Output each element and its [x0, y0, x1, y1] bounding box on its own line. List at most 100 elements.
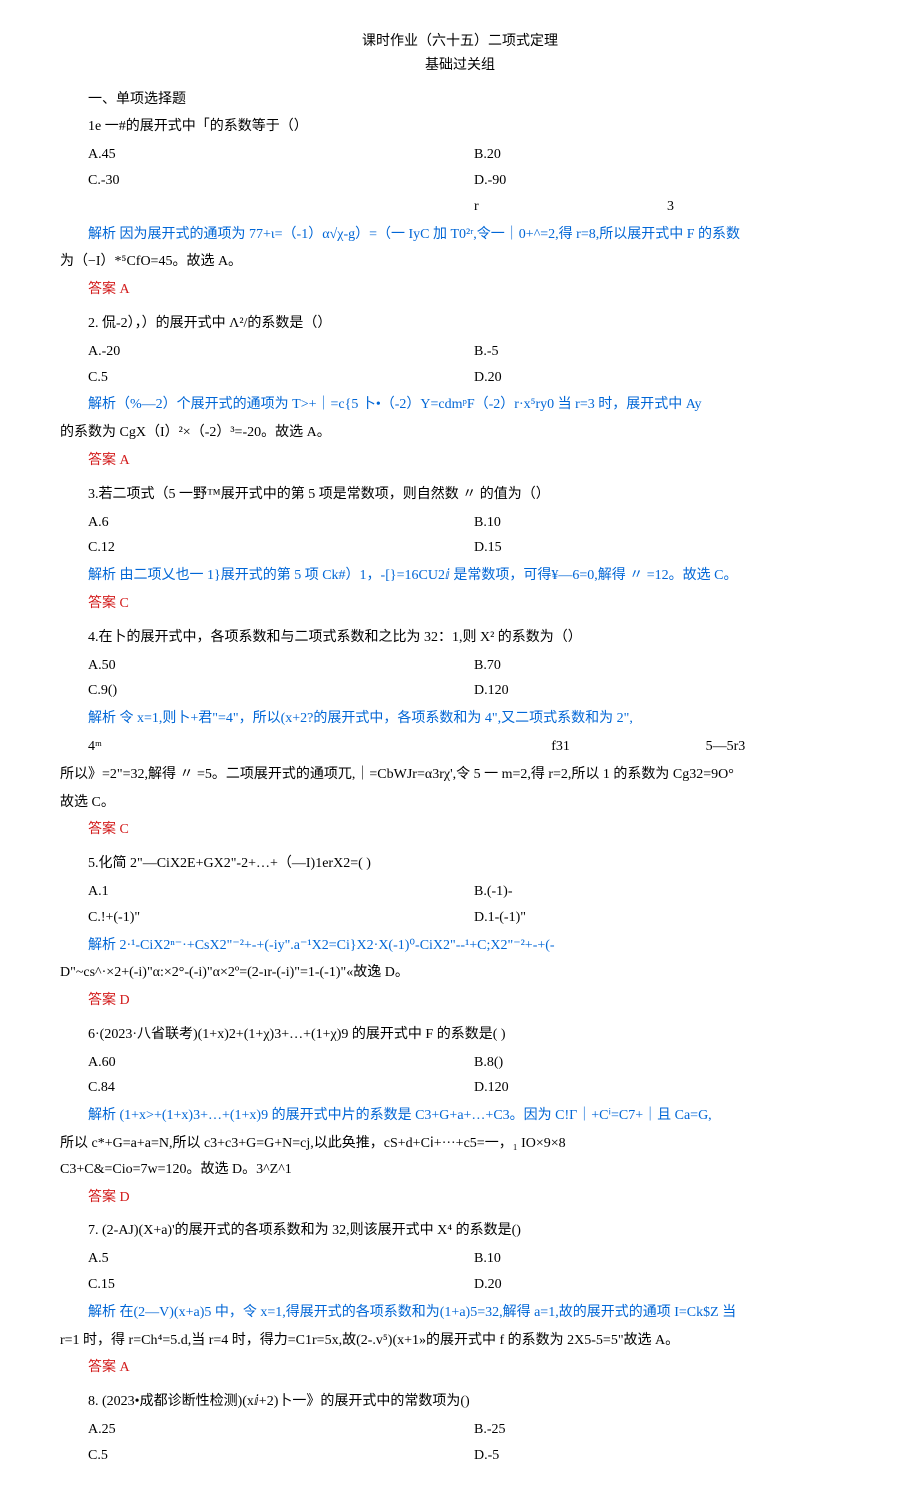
q5-analysis-cont: D"~cs^·×2+(-i)"α:×2°-(-i)"α×2º=(2-ır-(-i… — [60, 961, 860, 985]
section-heading: 一、单项选择题 — [60, 88, 860, 112]
analysis-label: 解析 由二项乂也一 1}展开式的第 5 项 Ck#）1，-[}=16CU2ⅈ 是… — [88, 568, 738, 583]
answer-label: 答案 A — [88, 282, 130, 297]
q5-stem: 5.化简 2"—CiX2E+GX2"-2+…+（—I)1erX2=( ) — [60, 852, 860, 876]
q7-option-b: B.10 — [474, 1247, 860, 1271]
q2-analysis: 解析（%—2）个展开式的通项为 T>+｜=c{5 卜•（-2）Y=cdmᵖF（-… — [60, 393, 860, 417]
answer-label: 答案 A — [88, 453, 130, 468]
q6-analysis-cont-b: C3+C&=Cio=7w=120。故选 D。3^Z^1 — [60, 1158, 860, 1182]
q5-options-row2: C.!+(-1)" D.1-(-1)" — [88, 906, 860, 930]
q4-analysis-cont2: 故选 C。 — [60, 791, 860, 815]
q7-options: A.5 B.10 — [88, 1247, 860, 1271]
q8-option-b: B.-25 — [474, 1418, 860, 1442]
q5-option-d: D.1-(-1)" — [474, 906, 860, 930]
q3-option-c: C.12 — [88, 536, 474, 560]
page-title: 课时作业（六十五）二项式定理 — [60, 30, 860, 54]
q4-inline-b: f31 — [551, 735, 705, 759]
q3-analysis: 解析 由二项乂也一 1}展开式的第 5 项 Ck#）1，-[}=16CU2ⅈ 是… — [60, 564, 860, 588]
q2-option-b: B.-5 — [474, 340, 860, 364]
analysis-label: 解析 令 x=1,则卜+君"=4"，所以(x+2?的展开式中，各项系数和为 4"… — [88, 711, 633, 726]
q4-interline: 4ᵐ f31 5—5r3 — [88, 735, 860, 759]
q1-options: A.45 B.20 — [88, 143, 860, 167]
q5-option-a: A.1 — [88, 880, 474, 904]
q4-option-b: B.70 — [474, 654, 860, 678]
q6-stem: 6·(2023·八省联考)(1+x)2+(1+χ)3+…+(1+χ)9 的展开式… — [60, 1023, 860, 1047]
q6-option-b: B.8() — [474, 1051, 860, 1075]
q7-analysis-cont: r=1 时，得 r=Ch⁴=5.d,当 r=4 时，得力=C1r=5x,故(2-… — [60, 1329, 860, 1353]
answer-label: 答案 C — [88, 822, 129, 837]
q3-option-b: B.10 — [474, 511, 860, 535]
q3-options: A.6 B.10 — [88, 511, 860, 535]
q1-options-row2: C.-30 D.-90 — [88, 169, 860, 193]
q5-option-b: B.(-1)- — [474, 880, 860, 904]
q6-options-row2: C.84 D.120 — [88, 1076, 860, 1100]
q2-stem: 2. 侃-2），）的展开式中 Λ²/的系数是（） — [60, 312, 860, 336]
q3-option-a: A.6 — [88, 511, 474, 535]
q2-options-row2: C.5 D.20 — [88, 366, 860, 390]
q8-options-row2: C.5 D.-5 — [88, 1444, 860, 1468]
q5-option-c: C.!+(-1)" — [88, 906, 474, 930]
q8-option-c: C.5 — [88, 1444, 474, 1468]
q3-stem: 3.若二项式（5 一野™展开式中的第 5 项是常数项，则自然数 〃 的值为（） — [60, 483, 860, 507]
q2-analysis-cont: 的系数为 CgX（I）²×（-2）³=-20。故选 A。 — [60, 421, 860, 445]
q3-options-row2: C.12 D.15 — [88, 536, 860, 560]
q1-analysis: 解析 因为展开式的通项为 77+ι=（-1）α√χ-g）=（一 IyC 加 T0… — [60, 223, 860, 247]
q4-options: A.50 B.70 — [88, 654, 860, 678]
q6-analysis-cont-a: 所以 c*+G=a+a=N,所以 c3+c3+G=G+N=cj,以此奂推，cS+… — [60, 1132, 860, 1156]
q5-options: A.1 B.(-1)- — [88, 880, 860, 904]
q7-analysis: 解析 在(2—V)(x+a)5 中，令 x=1,得展开式的各项系数和为(1+a)… — [60, 1301, 860, 1325]
q4-option-d: D.120 — [474, 679, 860, 703]
answer-label: 答案 D — [88, 1190, 130, 1205]
q4-analysis-cont: 所以》=2"=32,解得 〃 =5。二项展开式的通项兀,｜=CbWJr=α3rχ… — [60, 763, 860, 787]
q2-option-d: D.20 — [474, 366, 860, 390]
q1-option-b: B.20 — [474, 143, 860, 167]
q6-option-a: A.60 — [88, 1051, 474, 1075]
analysis-label: 解析（%—2）个展开式的通项为 T>+｜=c{5 卜•（-2）Y=cdmᵖF（-… — [88, 397, 702, 412]
analysis-label: 解析 因为展开式的通项为 77+ι=（-1）α√χ-g）=（一 IyC 加 T0… — [88, 227, 740, 242]
worksheet-page: 课时作业（六十五）二项式定理 基础过关组 一、单项选择题 1e 一#的展开式中「… — [0, 0, 920, 1500]
q4-option-a: A.50 — [88, 654, 474, 678]
q5-analysis: 解析 2·¹-CiX2ⁿ⁻·+CsX2"⁻²+-+(-iy".a⁻¹X2=Ci}… — [60, 934, 860, 958]
analysis-label: 解析 (1+x>+(1+x)3+…+(1+x)9 的展开式中片的系数是 C3+G… — [88, 1108, 712, 1123]
q1-answer: 答案 A — [60, 278, 860, 302]
q1-option-d: D.-90 — [474, 169, 860, 193]
q2-option-c: C.5 — [88, 366, 474, 390]
q2-option-a: A.-20 — [88, 340, 474, 364]
q8-stem: 8. (2023•成都诊断性检测)(xⅈ+2)卜一》的展开式中的常数项为() — [60, 1390, 860, 1414]
q4-options-row2: C.9() D.120 — [88, 679, 860, 703]
q7-option-d: D.20 — [474, 1273, 860, 1297]
q6-analysis: 解析 (1+x>+(1+x)3+…+(1+x)9 的展开式中片的系数是 C3+G… — [60, 1104, 860, 1128]
q2-answer: 答案 A — [60, 449, 860, 473]
q6-answer: 答案 D — [60, 1186, 860, 1210]
q1-stem: 1e 一#的展开式中「的系数等于（） — [60, 115, 860, 139]
analysis-label: 解析 2·¹-CiX2ⁿ⁻·+CsX2"⁻²+-+(-iy".a⁻¹X2=Ci}… — [88, 938, 555, 953]
answer-label: 答案 C — [88, 596, 129, 611]
q8-option-a: A.25 — [88, 1418, 474, 1442]
q1-option-c: C.-30 — [88, 169, 474, 193]
q7-options-row2: C.15 D.20 — [88, 1273, 860, 1297]
q1-analysis-cont: 为（−I）*⁵CfO=45。故选 A。 — [60, 250, 860, 274]
q4-answer: 答案 C — [60, 818, 860, 842]
q6-option-c: C.84 — [88, 1076, 474, 1100]
q1-option-a: A.45 — [88, 143, 474, 167]
q4-stem: 4.在卜的展开式中，各项系数和与二项式系数和之比为 32：1,则 X² 的系数为… — [60, 626, 860, 650]
q1-inter-r: r — [474, 195, 667, 219]
q3-answer: 答案 C — [60, 592, 860, 616]
q5-answer: 答案 D — [60, 989, 860, 1013]
q4-analysis: 解析 令 x=1,则卜+君"=4"，所以(x+2?的展开式中，各项系数和为 4"… — [60, 707, 860, 731]
analysis-label: 解析 在(2—V)(x+a)5 中，令 x=1,得展开式的各项系数和为(1+a)… — [88, 1305, 736, 1320]
q7-answer: 答案 A — [60, 1356, 860, 1380]
q8-options: A.25 B.-25 — [88, 1418, 860, 1442]
page-subtitle: 基础过关组 — [60, 54, 860, 78]
q1-interline: r 3 — [88, 195, 860, 219]
answer-label: 答案 D — [88, 993, 130, 1008]
q7-stem: 7. (2-AJ)(X+a)'的展开式的各项系数和为 32,则该展开式中 X⁴ … — [60, 1219, 860, 1243]
q7-option-a: A.5 — [88, 1247, 474, 1271]
q4-inline-a: 4ᵐ — [88, 735, 242, 759]
q7-option-c: C.15 — [88, 1273, 474, 1297]
answer-label: 答案 A — [88, 1360, 130, 1375]
q1-inter-3: 3 — [667, 195, 860, 219]
q6-options: A.60 B.8() — [88, 1051, 860, 1075]
q4-option-c: C.9() — [88, 679, 474, 703]
q4-inline-c: 5—5r3 — [706, 735, 860, 759]
q3-option-d: D.15 — [474, 536, 860, 560]
